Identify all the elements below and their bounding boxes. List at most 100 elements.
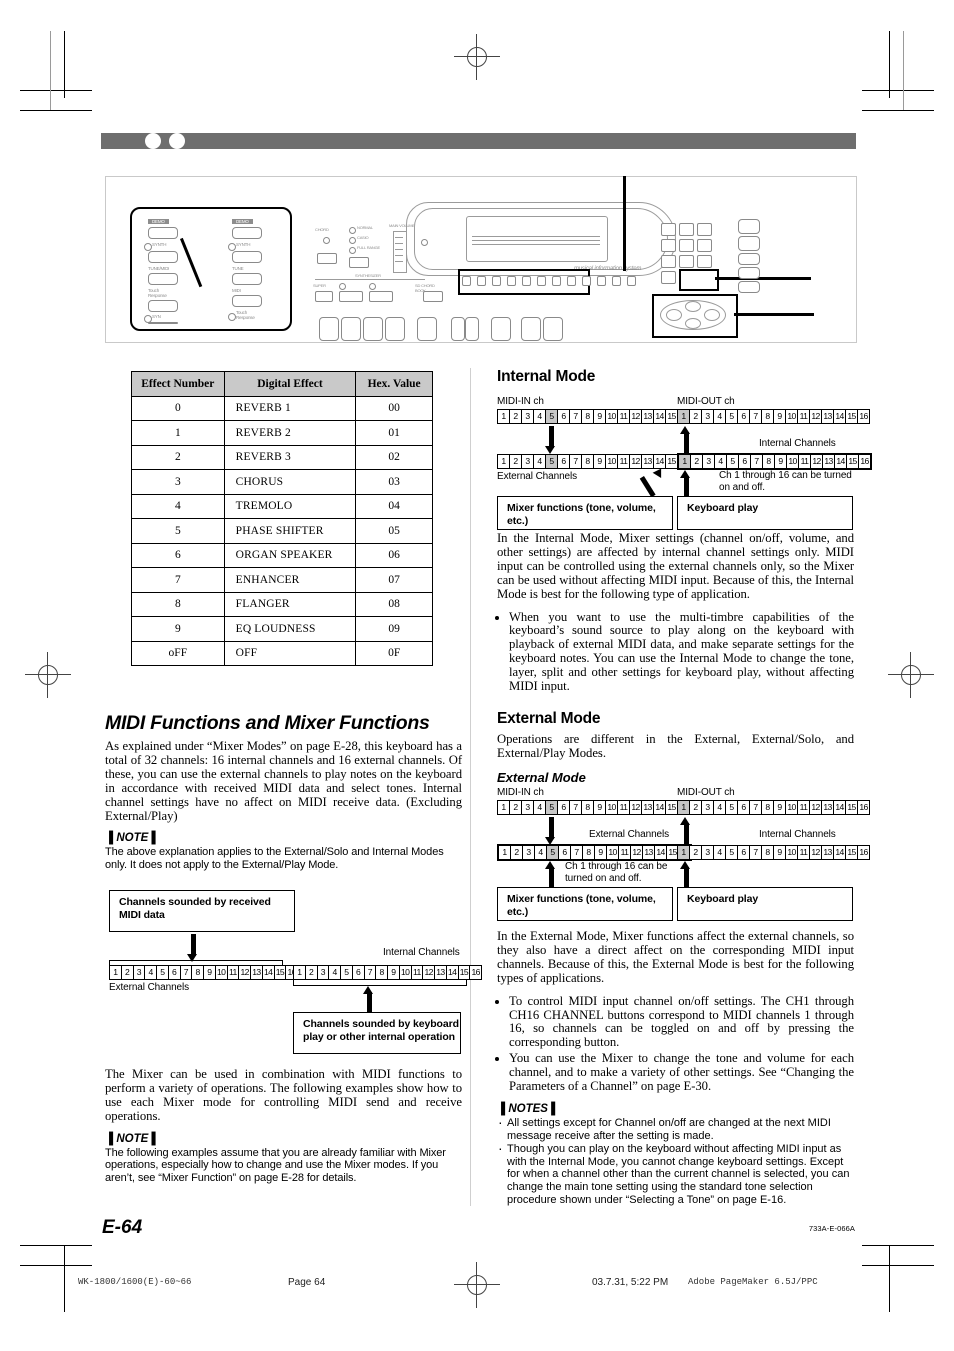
channel-cell-11: 11 — [618, 801, 630, 814]
channel-onoff-note-em: Ch 1 through 16 can be turned on and off… — [565, 861, 668, 884]
channel-cell-13: 13 — [823, 455, 835, 468]
external-channels-label-im: External Channels — [497, 471, 578, 482]
channel-cell-10: 10 — [215, 966, 228, 979]
channel-cell-12: 12 — [811, 455, 823, 468]
channel-cell-2: 2 — [690, 801, 702, 814]
cell-effect-number: 8 — [131, 591, 225, 617]
channel-cell-12: 12 — [810, 801, 822, 814]
cell-hex-value: 02 — [355, 444, 433, 470]
keyboard-play-box-im: Keyboard play — [677, 496, 853, 530]
channel-cell-15: 15 — [458, 966, 471, 979]
document-reference: 733A-E-066A — [808, 1224, 855, 1233]
channel-cell-2: 2 — [511, 846, 523, 859]
channel-cell-8: 8 — [763, 455, 775, 468]
note-2-body: The following examples assume that you a… — [105, 1146, 446, 1184]
external-mode-notes: All settings except for Channel on/off a… — [497, 1116, 854, 1206]
channel-cell-12: 12 — [810, 410, 822, 423]
cell-hex-value: 08 — [355, 591, 433, 617]
channel-cell-6: 6 — [168, 966, 181, 979]
channel-cell-9: 9 — [594, 410, 606, 423]
channel-cell-5: 5 — [726, 846, 738, 859]
mixer-functions-box-em: Mixer functions (tone, volume, etc.) — [497, 887, 673, 921]
channel-cell-15: 15 — [274, 966, 287, 979]
external-mode-diagram: MIDI-IN ch MIDI-OUT ch 1 2 3 4 5 6 7 8 9 10 11 12 13… — [497, 787, 870, 921]
channel-cell-5: 5 — [547, 846, 559, 859]
channel-cell-6: 6 — [739, 455, 751, 468]
channel-cell-13: 13 — [642, 801, 654, 814]
crop-mark-bl-h2 — [20, 1265, 92, 1266]
channel-cell-6: 6 — [738, 410, 750, 423]
channel-cell-10: 10 — [607, 846, 619, 859]
channel-cell-5: 5 — [727, 455, 739, 468]
channel-cell-5: 5 — [546, 410, 558, 423]
external-mode-intro: Operations are different in the External… — [497, 732, 854, 760]
channel-cell-15: 15 — [846, 846, 858, 859]
crop-mark-tl-h — [20, 90, 92, 91]
channel-cell-7: 7 — [180, 966, 193, 979]
channel-cell-9: 9 — [594, 801, 606, 814]
cell-digital-effect: FLANGER — [223, 591, 357, 617]
channel-cell-1: 1 — [498, 801, 510, 814]
channel-cell-8: 8 — [582, 801, 594, 814]
notes-title: ▐ NOTES ▌ — [497, 1102, 560, 1115]
page-number: E-64 — [102, 1217, 143, 1238]
cell-effect-number: 7 — [131, 567, 225, 593]
table-row: 5 PHASE SHIFTER 05 — [131, 518, 433, 544]
channel-cell-10: 10 — [787, 455, 799, 468]
external-channels-label-em: External Channels — [589, 829, 670, 840]
callout-line-display — [623, 176, 626, 271]
registration-mark-right — [888, 652, 934, 698]
crop-mark-tr-h — [862, 90, 934, 91]
channel-cell-4: 4 — [534, 455, 546, 468]
channel-cell-14: 14 — [654, 410, 666, 423]
channel-cell-9: 9 — [774, 846, 786, 859]
keyboard-illustration: DEMO SYNTH TUNE/MIDI Touch Response SYN … — [105, 176, 857, 343]
channel-cell-5: 5 — [726, 801, 738, 814]
channel-cell-8: 8 — [582, 455, 594, 468]
external-mode-text: In the External Mode, Mixer functions af… — [497, 929, 854, 1207]
left-column-lower: The Mixer can be used in combination wit… — [105, 1067, 462, 1184]
channel-cell-16: 16 — [858, 846, 869, 859]
internal-channels-row-em: 1 2 3 4 5 6 7 8 9 10 11 12 13 14 15 16 — [677, 845, 870, 860]
table-row: 9 EQ LOUDNESS 09 — [131, 616, 433, 642]
channel-cell-4: 4 — [714, 801, 726, 814]
channel-cell-13: 13 — [251, 966, 263, 979]
channel-cell-3: 3 — [703, 455, 715, 468]
channel-cell-1: 1 — [498, 455, 510, 468]
received-midi-box: Channels sounded by received MIDI data — [109, 890, 295, 932]
channel-cell-10: 10 — [786, 801, 798, 814]
channel-cell-11: 11 — [798, 801, 810, 814]
channel-cell-3: 3 — [133, 966, 146, 979]
channel-cell-14: 14 — [446, 966, 459, 979]
channel-cell-11: 11 — [618, 455, 630, 468]
channel-cell-3: 3 — [522, 801, 534, 814]
cell-effect-number: 9 — [131, 616, 225, 642]
cell-digital-effect: PHASE SHIFTER — [223, 518, 357, 544]
channel-cell-7: 7 — [570, 410, 582, 423]
table-row: 4 TREMOLO 04 — [131, 493, 433, 519]
callout-line-tempo — [715, 277, 811, 280]
external-mode-heading: External Mode — [497, 710, 601, 727]
channel-cell-8: 8 — [376, 966, 388, 979]
cell-hex-value: 09 — [355, 616, 433, 642]
channel-cell-13: 13 — [643, 846, 655, 859]
internal-channels-row-im: 1 2 3 4 5 6 7 8 9 10 11 12 13 14 15 16 — [677, 453, 872, 470]
left-column: MIDI Functions and Mixer Functions As ex… — [105, 712, 462, 872]
midi-out-row-external: 1 2 3 4 5 6 7 8 9 10 11 12 13 14 15 16 — [677, 800, 870, 815]
cell-hex-value: 04 — [355, 493, 433, 519]
external-mode-body: In the External Mode, Mixer functions af… — [497, 929, 854, 985]
channel-cell-1: 1 — [678, 410, 690, 423]
channel-cell-9: 9 — [204, 966, 216, 979]
channel-cell-8: 8 — [192, 966, 204, 979]
channel-cell-11: 11 — [799, 455, 811, 468]
cell-hex-value: 0F — [355, 640, 433, 666]
channel-cell-2: 2 — [510, 455, 522, 468]
channel-cell-12: 12 — [630, 410, 642, 423]
external-mode-bullets: To control MIDI input channel on/off set… — [497, 994, 854, 1094]
cell-digital-effect: REVERB 1 — [223, 395, 357, 421]
channel-cell-4: 4 — [534, 801, 546, 814]
channel-cell-8: 8 — [762, 801, 774, 814]
channel-cell-6: 6 — [558, 801, 570, 814]
channel-cell-7: 7 — [570, 455, 582, 468]
channel-cell-7: 7 — [570, 801, 582, 814]
